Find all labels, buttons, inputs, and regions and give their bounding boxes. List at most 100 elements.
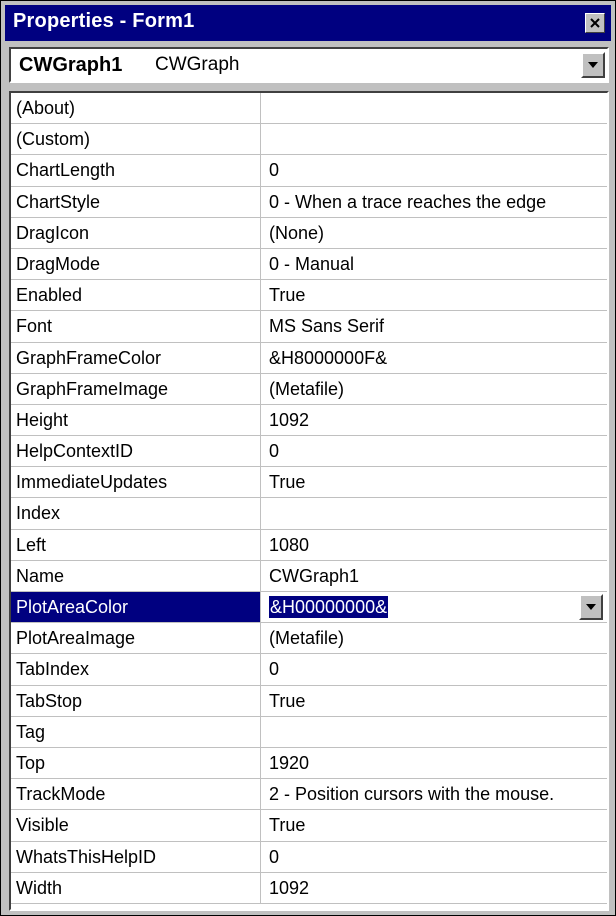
property-row[interactable]: Left 1080 bbox=[11, 529, 607, 561]
property-value[interactable]: 0 bbox=[261, 155, 607, 185]
property-row[interactable]: Top 1920 bbox=[11, 747, 607, 780]
property-value[interactable]: True bbox=[261, 810, 607, 840]
property-value[interactable] bbox=[261, 717, 607, 747]
property-value-text: 0 bbox=[269, 659, 280, 680]
property-value[interactable]: 2 - Position cursors with the mouse. bbox=[261, 779, 607, 809]
property-name[interactable]: Visible bbox=[11, 810, 261, 841]
property-value-text: (None) bbox=[269, 222, 325, 243]
property-row[interactable]: Index bbox=[11, 498, 607, 530]
property-value[interactable]: 0 - When a trace reaches the edge bbox=[261, 187, 607, 217]
property-value[interactable]: (Metafile) bbox=[261, 623, 607, 653]
property-value[interactable]: 0 bbox=[261, 654, 607, 684]
property-name[interactable]: HelpContextID bbox=[11, 436, 261, 467]
property-row[interactable]: Visible True bbox=[11, 810, 607, 842]
property-name[interactable]: WhatsThisHelpID bbox=[11, 841, 261, 872]
property-name[interactable]: (Custom) bbox=[11, 124, 261, 155]
property-value[interactable]: &H8000000F& bbox=[261, 343, 607, 373]
property-row[interactable]: HelpContextID 0 bbox=[11, 436, 607, 468]
properties-window: Properties - Form1 CWGraph1 CWGraph (Abo… bbox=[0, 0, 616, 916]
property-grid: (About) (Custom) ChartLength 0 ChartStyle 0 -… bbox=[9, 91, 609, 911]
property-row[interactable]: DragIcon (None) bbox=[11, 217, 607, 249]
close-button[interactable] bbox=[585, 13, 605, 33]
property-value[interactable]: 1092 bbox=[261, 405, 607, 435]
property-name[interactable]: Tag bbox=[11, 716, 261, 747]
property-name[interactable]: PlotAreaImage bbox=[11, 623, 261, 654]
property-value-text: 0 bbox=[269, 441, 280, 462]
object-selector[interactable]: CWGraph1 CWGraph bbox=[9, 47, 609, 83]
property-name[interactable]: ChartStyle bbox=[11, 186, 261, 217]
property-row[interactable]: Enabled True bbox=[11, 280, 607, 312]
property-name[interactable]: PlotAreaColor bbox=[11, 592, 261, 623]
property-value-text: True bbox=[269, 815, 306, 836]
property-name[interactable]: Left bbox=[11, 529, 261, 560]
property-value[interactable]: True bbox=[261, 280, 607, 310]
property-name[interactable]: ImmediateUpdates bbox=[11, 467, 261, 498]
property-value[interactable] bbox=[261, 498, 607, 528]
property-name[interactable]: Font bbox=[11, 311, 261, 342]
property-row[interactable]: PlotAreaImage (Metafile) bbox=[11, 623, 607, 655]
property-row[interactable]: TabIndex 0 bbox=[11, 654, 607, 686]
property-value[interactable]: MS Sans Serif bbox=[261, 311, 607, 341]
property-value[interactable] bbox=[261, 124, 607, 154]
property-name[interactable]: TabIndex bbox=[11, 654, 261, 685]
property-name[interactable]: TrackMode bbox=[11, 779, 261, 810]
property-name[interactable]: Index bbox=[11, 498, 261, 529]
property-row[interactable]: WhatsThisHelpID 0 bbox=[11, 841, 607, 873]
property-name[interactable]: Height bbox=[11, 404, 261, 436]
property-row[interactable]: Name CWGraph1 bbox=[11, 560, 607, 592]
property-value[interactable]: CWGraph1 bbox=[261, 561, 607, 591]
property-value-text: (Metafile) bbox=[269, 628, 345, 649]
property-row[interactable]: (About) bbox=[11, 93, 607, 125]
window-title: Properties - Form1 bbox=[13, 10, 195, 32]
property-value[interactable]: 0 bbox=[261, 436, 607, 466]
property-value[interactable]: 1920 bbox=[261, 748, 607, 778]
chevron-down-icon bbox=[586, 604, 596, 610]
object-selector-dropdown-button[interactable] bbox=[581, 52, 605, 78]
property-value-text: 0 - Manual bbox=[269, 253, 355, 274]
property-name[interactable]: Width bbox=[11, 872, 261, 903]
property-row[interactable]: DragMode 0 - Manual bbox=[11, 248, 607, 281]
property-value[interactable]: True bbox=[261, 467, 607, 497]
property-name[interactable]: (About) bbox=[11, 93, 261, 124]
property-name[interactable]: Top bbox=[11, 747, 261, 779]
property-name[interactable]: Name bbox=[11, 560, 261, 591]
object-type: CWGraph bbox=[155, 54, 240, 75]
property-row[interactable]: TabStop True bbox=[11, 685, 607, 717]
property-row[interactable]: Tag bbox=[11, 716, 607, 748]
property-name[interactable]: DragIcon bbox=[11, 217, 261, 248]
property-name[interactable]: DragMode bbox=[11, 248, 261, 280]
property-row[interactable]: GraphFrameImage (Metafile) bbox=[11, 373, 607, 405]
property-value-text: 0 bbox=[269, 160, 280, 181]
property-row[interactable]: (Custom) bbox=[11, 124, 607, 156]
property-row[interactable]: Height 1092 bbox=[11, 404, 607, 437]
property-value-text: (Metafile) bbox=[269, 378, 345, 399]
property-row[interactable]: ImmediateUpdates True bbox=[11, 467, 607, 499]
property-value[interactable]: &H00000000& bbox=[261, 592, 607, 622]
property-row[interactable]: Font MS Sans Serif bbox=[11, 311, 607, 343]
object-name: CWGraph1 bbox=[19, 54, 123, 76]
property-row[interactable]: ChartLength 0 bbox=[11, 155, 607, 187]
property-name[interactable]: TabStop bbox=[11, 685, 261, 716]
property-row[interactable]: PlotAreaColor &H00000000& bbox=[11, 592, 607, 624]
property-row[interactable]: ChartStyle 0 - When a trace reaches the e… bbox=[11, 186, 607, 218]
property-value[interactable]: 1092 bbox=[261, 873, 607, 903]
property-value-text: True bbox=[269, 690, 306, 711]
property-value[interactable]: 1080 bbox=[261, 530, 607, 560]
property-value[interactable]: True bbox=[261, 686, 607, 716]
property-value[interactable]: 0 - Manual bbox=[261, 249, 607, 279]
property-value[interactable]: 0 bbox=[261, 842, 607, 872]
property-value-text: 2 - Position cursors with the mouse. bbox=[269, 784, 555, 805]
title-bar[interactable]: Properties - Form1 bbox=[5, 5, 611, 41]
property-row[interactable]: TrackMode 2 - Position cursors with the m… bbox=[11, 779, 607, 811]
property-value[interactable]: (None) bbox=[261, 218, 607, 248]
property-row[interactable]: Width 1092 bbox=[11, 872, 607, 904]
property-name[interactable]: Enabled bbox=[11, 280, 261, 311]
property-row[interactable]: GraphFrameColor &H8000000F& bbox=[11, 342, 607, 374]
property-value[interactable]: (Metafile) bbox=[261, 374, 607, 404]
property-value-dropdown-button[interactable] bbox=[579, 594, 603, 620]
property-name[interactable]: GraphFrameImage bbox=[11, 373, 261, 404]
property-value-text: &H00000000& bbox=[269, 596, 389, 618]
property-value[interactable] bbox=[261, 93, 607, 123]
property-name[interactable]: ChartLength bbox=[11, 155, 261, 186]
property-name[interactable]: GraphFrameColor bbox=[11, 342, 261, 373]
